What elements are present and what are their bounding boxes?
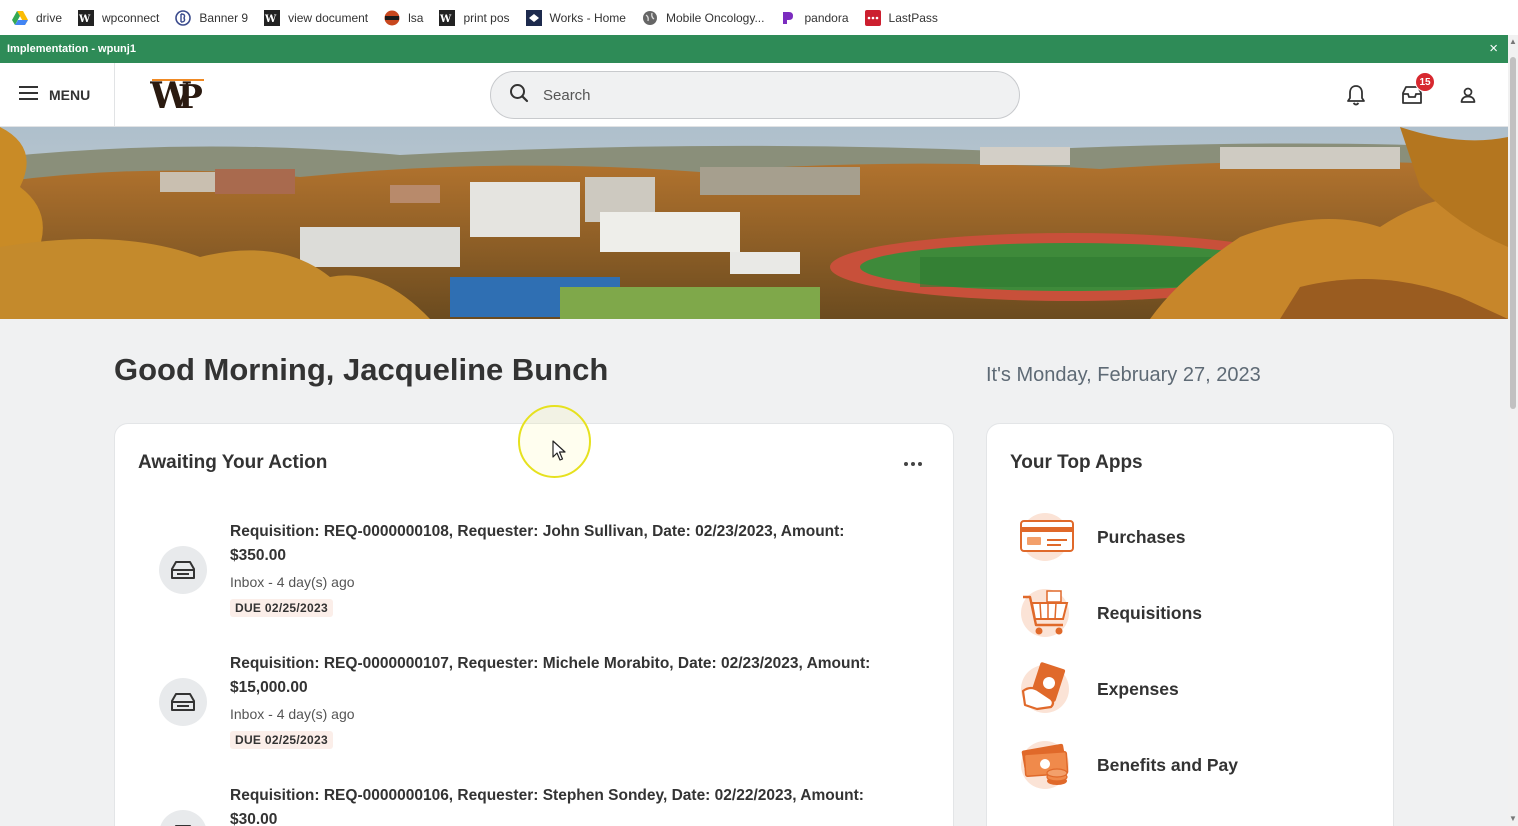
bookmark-banner9[interactable]: Banner 9 bbox=[175, 9, 249, 26]
search-bar[interactable] bbox=[490, 71, 1020, 119]
banner-icon bbox=[175, 9, 192, 26]
bookmark-lastpass[interactable]: LastPass bbox=[864, 9, 938, 26]
scroll-up-arrow-icon[interactable]: ▲ bbox=[1509, 37, 1517, 46]
shopping-cart-icon bbox=[1017, 585, 1077, 641]
money-coins-icon bbox=[1017, 737, 1077, 793]
menu-button[interactable]: MENU bbox=[0, 63, 115, 127]
bookmark-label: drive bbox=[36, 10, 63, 25]
credit-card-icon bbox=[1017, 509, 1077, 565]
bookmark-label: lsa bbox=[408, 10, 424, 25]
expenses-hand-icon bbox=[1017, 661, 1077, 717]
bookmark-print-pos[interactable]: W print pos bbox=[439, 9, 510, 26]
svg-text:W: W bbox=[78, 14, 91, 25]
task-text: Requisition: REQ-0000000107, Requester: … bbox=[230, 652, 900, 749]
app-label: Benefits and Pay bbox=[1097, 754, 1239, 775]
search-icon bbox=[509, 83, 529, 108]
bell-icon[interactable] bbox=[1344, 83, 1368, 107]
current-date: It's Monday, February 27, 2023 bbox=[986, 364, 1261, 386]
campus-banner-image bbox=[0, 127, 1508, 319]
wp-logo-icon: W bbox=[439, 9, 456, 26]
bookmark-label: view document bbox=[288, 10, 369, 25]
bookmark-label: print pos bbox=[463, 10, 510, 25]
bookmark-label: pandora bbox=[804, 10, 849, 25]
awaiting-action-card: Awaiting Your Action Requisition: REQ-00… bbox=[114, 423, 954, 826]
bookmark-label: LastPass bbox=[888, 10, 938, 25]
bookmarks-bar: drive W wpconnect Banner 9 W view docume… bbox=[0, 0, 1518, 35]
task-meta: Inbox - 4 day(s) ago bbox=[230, 706, 355, 722]
lsa-icon bbox=[384, 10, 400, 26]
card-title: Your Top Apps bbox=[1010, 452, 1143, 473]
svg-text:W: W bbox=[264, 14, 277, 25]
menu-label: MENU bbox=[49, 87, 91, 103]
app-requisitions[interactable]: Requisitions bbox=[1017, 585, 1357, 641]
due-date-badge: DUE 02/25/2023 bbox=[230, 599, 333, 617]
wp-logo-icon: W bbox=[264, 9, 281, 26]
wp-logo-icon: W bbox=[78, 9, 95, 26]
page-scrollbar[interactable]: ▲ ▼ bbox=[1508, 35, 1518, 826]
hamburger-icon bbox=[19, 85, 39, 106]
bookmark-label: Banner 9 bbox=[199, 10, 249, 25]
app-label: Requisitions bbox=[1097, 602, 1203, 623]
pandora-icon bbox=[780, 10, 796, 26]
user-profile-icon[interactable] bbox=[1456, 83, 1480, 107]
task-title[interactable]: Requisition: REQ-0000000106, Requester: … bbox=[230, 784, 900, 826]
app-benefits-and-pay[interactable]: Benefits and Pay bbox=[1017, 737, 1357, 793]
bookmark-view-document[interactable]: W view document bbox=[264, 9, 369, 26]
app-label: Purchases bbox=[1097, 526, 1186, 547]
globe-icon bbox=[642, 10, 658, 26]
scroll-down-arrow-icon[interactable]: ▼ bbox=[1509, 814, 1517, 823]
app-expenses[interactable]: Expenses bbox=[1017, 661, 1357, 717]
bookmark-label: wpconnect bbox=[102, 10, 160, 25]
environment-label: Implementation - wpunj1 bbox=[7, 43, 136, 55]
bookmark-drive[interactable]: drive bbox=[12, 10, 62, 26]
inbox-badge: 15 bbox=[1415, 72, 1435, 92]
works-icon bbox=[525, 9, 542, 26]
bookmark-label: Mobile Oncology... bbox=[665, 10, 765, 25]
search-input[interactable] bbox=[543, 86, 983, 104]
app-header: MENU W P 15 bbox=[0, 63, 1508, 127]
inbox-tray-icon bbox=[159, 678, 207, 726]
bookmark-wpconnect[interactable]: W wpconnect bbox=[78, 9, 160, 26]
bookmark-lsa[interactable]: lsa bbox=[384, 10, 423, 26]
bookmark-pandora[interactable]: pandora bbox=[780, 10, 849, 26]
lastpass-icon bbox=[864, 9, 881, 26]
svg-text:P: P bbox=[178, 77, 203, 115]
task-text: Requisition: REQ-0000000108, Requester: … bbox=[230, 520, 900, 617]
wp-logo[interactable]: W P bbox=[149, 75, 208, 117]
app-label: Expenses bbox=[1097, 678, 1179, 699]
more-options-icon[interactable] bbox=[903, 454, 923, 474]
app-purchases[interactable]: Purchases bbox=[1017, 509, 1357, 565]
close-icon[interactable]: × bbox=[1489, 40, 1498, 57]
greeting-heading: Good Morning, Jacqueline Bunch bbox=[114, 352, 609, 387]
inbox-tray-icon bbox=[159, 546, 207, 594]
bookmark-mobile-oncology[interactable]: Mobile Oncology... bbox=[642, 10, 765, 26]
task-title[interactable]: Requisition: REQ-0000000107, Requester: … bbox=[230, 652, 900, 700]
card-title: Awaiting Your Action bbox=[138, 452, 328, 473]
inbox-tray-icon bbox=[159, 810, 207, 826]
top-apps-card: Your Top Apps Purchases Requisitions Exp… bbox=[986, 423, 1394, 826]
environment-bar: Implementation - wpunj1 × bbox=[0, 35, 1508, 63]
svg-text:W: W bbox=[439, 14, 452, 25]
scrollbar-thumb[interactable] bbox=[1510, 57, 1516, 409]
bookmark-label: Works - Home bbox=[549, 10, 626, 25]
task-item[interactable]: Requisition: REQ-0000000107, Requester: … bbox=[159, 652, 899, 762]
task-item[interactable]: Requisition: REQ-0000000106, Requester: … bbox=[159, 784, 899, 826]
task-item[interactable]: Requisition: REQ-0000000108, Requester: … bbox=[159, 520, 899, 630]
due-date-badge: DUE 02/25/2023 bbox=[230, 731, 333, 749]
google-drive-icon bbox=[12, 10, 28, 26]
task-title[interactable]: Requisition: REQ-0000000108, Requester: … bbox=[230, 520, 900, 568]
task-text: Requisition: REQ-0000000106, Requester: … bbox=[230, 784, 900, 826]
task-meta: Inbox - 4 day(s) ago bbox=[230, 574, 355, 590]
bookmark-works-home[interactable]: Works - Home bbox=[525, 9, 626, 26]
